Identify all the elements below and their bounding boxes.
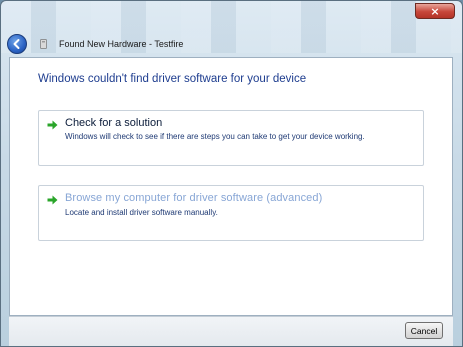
close-button[interactable]: × [415,3,455,19]
option-description: Locate and install driver software manua… [65,208,218,217]
hardware-icon [37,37,49,51]
option-title: Check for a solution [65,117,163,129]
window-title: Found New Hardware - Testfire [59,39,184,49]
option-title: Browse my computer for driver software (… [65,192,323,204]
content-panel: Windows couldn't find driver software fo… [9,57,453,316]
cancel-button[interactable]: Cancel [405,322,443,339]
close-icon: × [430,4,440,18]
footer-bar: Cancel [9,316,453,346]
green-arrow-icon [47,195,58,205]
option-description: Windows will check to see if there are s… [65,132,365,141]
back-arrow-icon [13,39,20,49]
check-for-solution-option[interactable]: Check for a solution Windows will check … [38,110,424,166]
navigation-bar: Found New Hardware - Testfire [7,31,447,57]
green-arrow-icon [47,120,58,130]
browse-computer-option[interactable]: Browse my computer for driver software (… [38,185,424,241]
page-heading: Windows couldn't find driver software fo… [38,73,307,85]
back-button[interactable] [7,34,27,54]
dialog-window: × Found New Hardware - Testfire Windows … [0,0,463,347]
